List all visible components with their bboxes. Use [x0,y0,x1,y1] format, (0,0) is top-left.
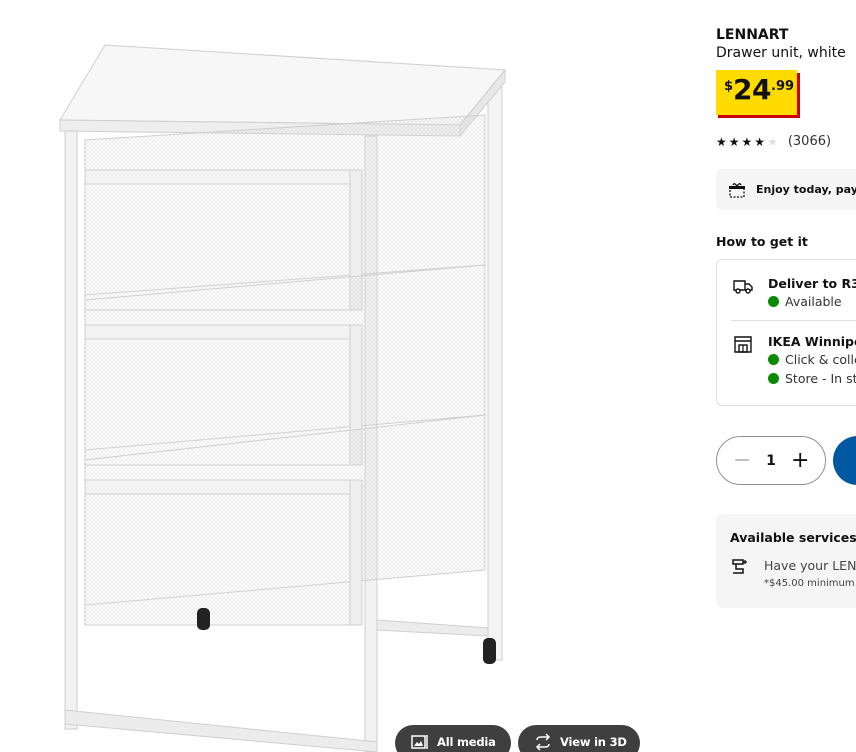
pay-later-promo[interactable]: Enjoy today, pay o [716,169,856,210]
available-dot-icon [768,296,779,307]
star-icon: ★ [716,134,727,149]
in-store-status: Store - In sto [768,371,856,386]
star-icon: ★ [741,134,753,149]
product-description: Drawer unit, white [716,45,846,61]
services-heading: Available services [730,530,856,545]
click-collect-text: Click & colle [785,352,856,367]
assembly-service-text[interactable]: Have your LENN [764,558,856,573]
price-decimal: .99 [771,79,795,94]
product-media: All media View in 3D [0,0,700,752]
available-dot-icon [768,354,779,365]
price-integer: 24 [733,73,772,106]
rotate-3d-icon [535,733,551,751]
available-dot-icon [768,373,779,384]
assembly-icon [732,559,747,574]
increase-quantity-button[interactable]: + [791,449,809,472]
truck-icon [733,280,753,294]
in-store-text: Store - In sto [785,371,856,386]
product-rating[interactable]: ★ ★ ★ ★ ★ (3066) [716,134,831,149]
price-currency: $ [724,79,734,94]
click-collect-status: Click & colle [768,352,856,367]
delivery-status: Available [768,294,842,309]
product-image[interactable] [40,30,540,752]
delivery-option-title[interactable]: Deliver to R3M [768,276,856,291]
gift-box-icon [729,182,745,198]
add-to-bag-button[interactable] [833,436,856,485]
promo-text: Enjoy today, pay o [756,183,856,196]
all-media-button[interactable]: All media [395,725,511,752]
star-icon: ★ [728,134,740,149]
how-to-get-it-heading: How to get it [716,234,808,249]
image-gallery-icon [411,735,428,749]
price-tag: $ 24 .99 [716,70,797,115]
fulfillment-options: Deliver to R3M Available IKEA Winnipeg C… [716,259,856,406]
star-icon: ★ [754,134,766,149]
divider [731,320,856,321]
star-empty-icon: ★ [767,134,778,149]
store-icon [734,336,752,353]
quantity-value[interactable]: 1 [766,453,776,469]
assembly-service-note: *$45.00 minimum [764,578,855,589]
view-in-3d-button[interactable]: View in 3D [518,725,640,752]
product-name: LENNART [716,27,789,43]
view-in-3d-label: View in 3D [560,735,627,749]
decrease-quantity-button[interactable]: − [733,449,751,472]
available-services: Available services Have your LENN *$45.0… [716,514,856,608]
rating-count: (3066) [787,134,832,149]
quantity-stepper: − 1 + [716,436,826,485]
delivery-status-text: Available [785,294,842,309]
all-media-label: All media [437,735,496,749]
product-info-panel: LENNART Drawer unit, white $ 24 .99 ★ ★ … [716,0,856,752]
store-option-title[interactable]: IKEA Winnipeg [768,334,856,349]
